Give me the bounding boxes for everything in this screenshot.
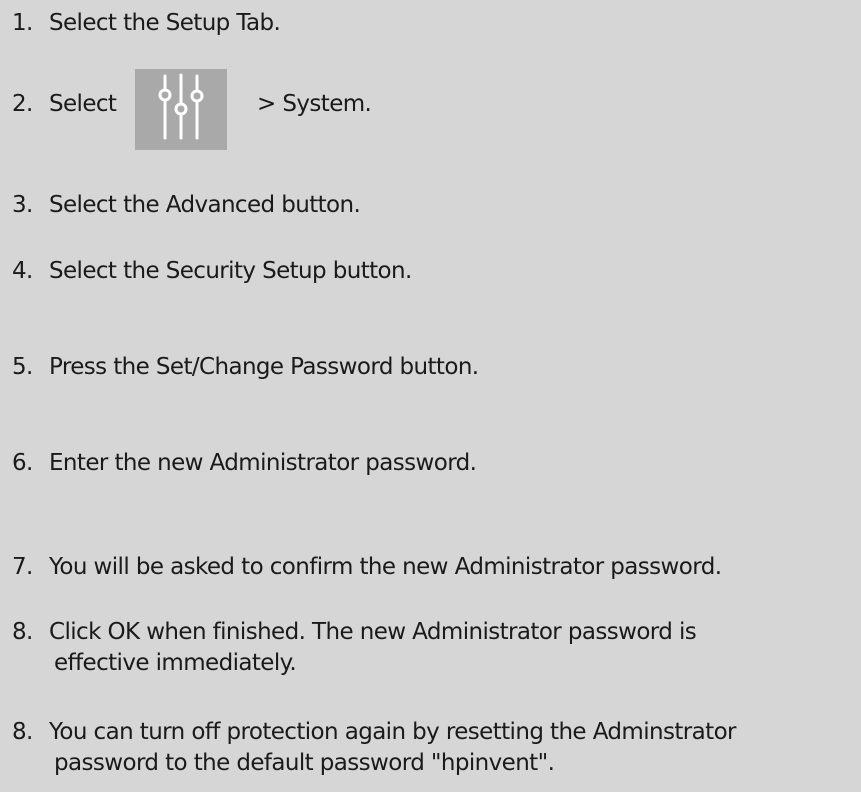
step-8: 8. Click OK when finished. The new Admini… xyxy=(12,617,697,679)
step-number: 1. xyxy=(12,10,33,36)
step-text-after: > System. xyxy=(257,91,372,117)
step-7: 7. You will be asked to confirm the new A… xyxy=(12,552,722,583)
step-number: 4. xyxy=(12,258,33,284)
step-text-line1: Click OK when finished. The new Administ… xyxy=(49,619,697,645)
step-number: 2. xyxy=(12,91,33,117)
step-text-line2: password to the default password "hpinve… xyxy=(54,750,555,776)
step-6: 6. Enter the new Administrator password. xyxy=(12,448,477,479)
step-number: 8. xyxy=(12,719,33,745)
step-number: 3. xyxy=(12,192,33,218)
step-text: You will be asked to confirm the new Adm… xyxy=(49,554,722,580)
step-number: 6. xyxy=(12,450,33,476)
step-text-line1: You can turn off protection again by res… xyxy=(49,719,737,745)
step-9: 8. You can turn off protection again by r… xyxy=(12,717,737,779)
step-1: 1. Select the Setup Tab. xyxy=(12,8,281,39)
step-text: Press the Set/Change Password button. xyxy=(49,354,479,380)
step-number: 8. xyxy=(12,619,33,645)
step-5: 5. Press the Set/Change Password button. xyxy=(12,352,479,383)
step-4: 4. Select the Security Setup button. xyxy=(12,256,412,287)
step-text-line2: effective immediately. xyxy=(54,650,297,676)
step-text: Select the Advanced button. xyxy=(49,192,361,218)
step-2: 2. Select > System. xyxy=(12,89,372,120)
step-text-before: Select xyxy=(49,91,117,117)
sliders-icon xyxy=(135,69,227,150)
step-text: Select the Security Setup button. xyxy=(49,258,412,284)
step-3: 3. Select the Advanced button. xyxy=(12,190,361,221)
step-number: 7. xyxy=(12,554,33,580)
step-text: Select the Setup Tab. xyxy=(49,10,281,36)
step-number: 5. xyxy=(12,354,33,380)
step-text: Enter the new Administrator password. xyxy=(49,450,477,476)
